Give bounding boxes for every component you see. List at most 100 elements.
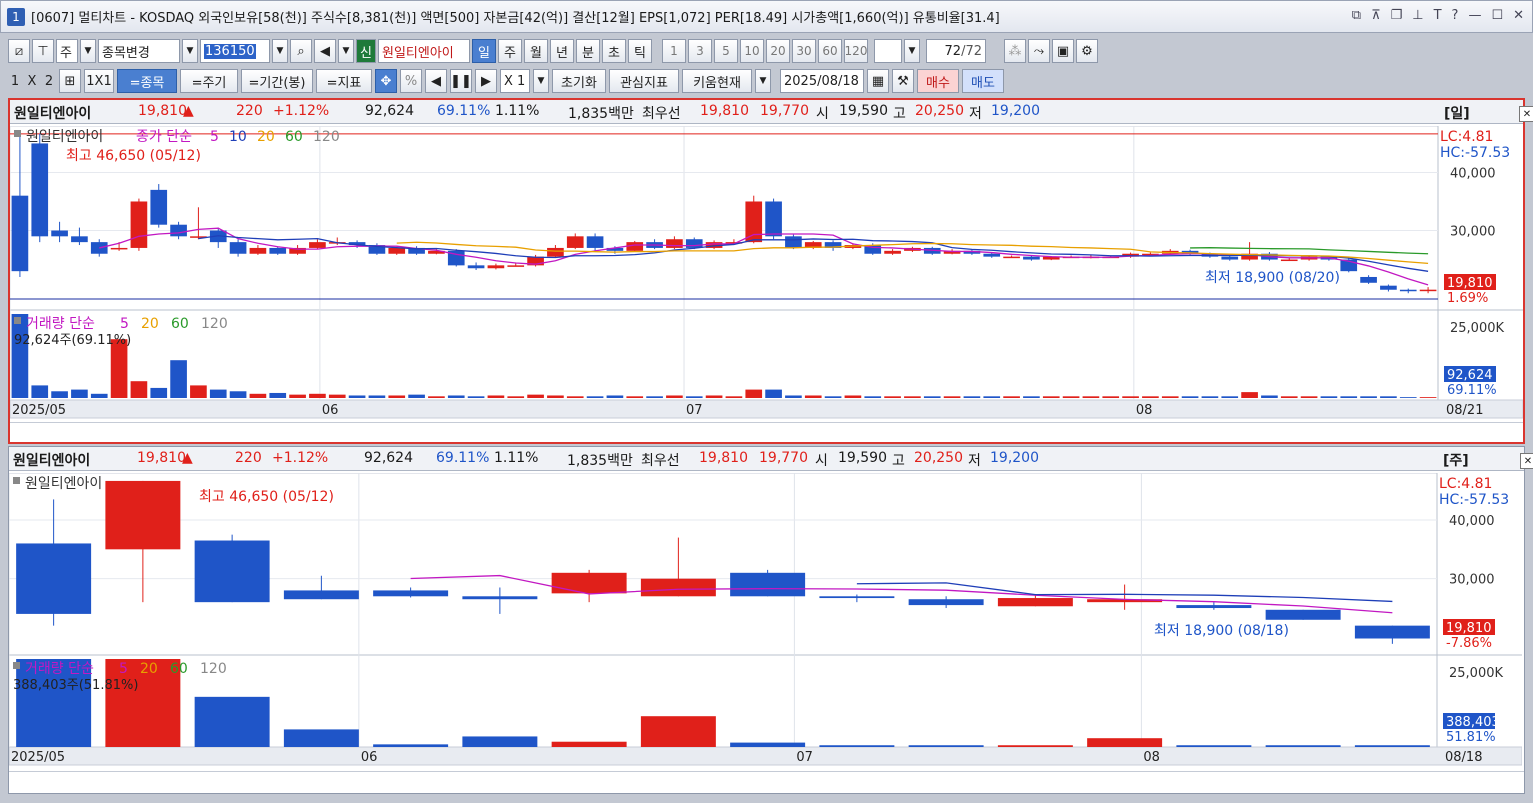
- buy-button[interactable]: 매수: [917, 69, 959, 93]
- pattern-icon[interactable]: ⁂: [1004, 39, 1026, 63]
- period-week-tab[interactable]: 주: [498, 39, 522, 63]
- layout-x[interactable]: X: [25, 74, 39, 89]
- kiwoom-current-button[interactable]: 키움현재: [682, 69, 752, 93]
- interval-1-button[interactable]: 1: [662, 39, 686, 63]
- period-year-tab[interactable]: 년: [550, 39, 574, 63]
- multiplier-select[interactable]: X 1: [500, 69, 530, 93]
- period-tick-tab[interactable]: 틱: [628, 39, 652, 63]
- interval-120-button[interactable]: 120: [844, 39, 868, 63]
- amount: 1,835백만: [567, 453, 633, 469]
- interval-60-button[interactable]: 60: [818, 39, 842, 63]
- price-tick-label: 30,000: [1449, 573, 1495, 588]
- window-index[interactable]: 1: [7, 7, 25, 26]
- period-minute-tab[interactable]: 분: [576, 39, 600, 63]
- pin-icon[interactable]: ⊤: [32, 39, 54, 63]
- interval-dropdown-icon[interactable]: ▼: [904, 39, 920, 63]
- interval-20-button[interactable]: 20: [766, 39, 790, 63]
- panel-close-icon[interactable]: ✕: [1520, 453, 1533, 469]
- maximize-icon[interactable]: ☐: [1491, 8, 1503, 23]
- tool-icon[interactable]: ⚒: [892, 69, 914, 93]
- tab-stock[interactable]: =종목: [117, 69, 177, 93]
- change-stock-dropdown-icon[interactable]: ▼: [182, 39, 198, 63]
- interest-indicator-button[interactable]: 관심지표: [609, 69, 679, 93]
- stock-name-field[interactable]: 원일티엔아이: [378, 39, 470, 63]
- minimize-icon[interactable]: —: [1468, 8, 1481, 23]
- volume-ma-5: 5: [120, 316, 129, 332]
- restore-icon[interactable]: ❐: [1391, 8, 1403, 23]
- interval-5-button[interactable]: 5: [714, 39, 738, 63]
- ask-price: 19,810: [700, 103, 749, 119]
- change-stock-select[interactable]: 종목변경: [98, 39, 180, 63]
- sell-button[interactable]: 매도: [962, 69, 1004, 93]
- low-label: 저: [969, 106, 982, 122]
- volume-bar: [467, 396, 485, 398]
- save-icon[interactable]: ▣: [1052, 39, 1074, 63]
- volume-bar: [1181, 396, 1199, 398]
- stock-code-input[interactable]: 136150: [204, 43, 256, 59]
- calendar-icon[interactable]: ▦: [867, 69, 889, 93]
- tab-indicator[interactable]: =지표: [316, 69, 372, 93]
- candle-body: [462, 596, 538, 600]
- date-tick-label: 06: [361, 750, 378, 765]
- multiplier-dropdown-icon[interactable]: ▼: [533, 69, 549, 93]
- volume-bar: [150, 387, 168, 398]
- search-icon[interactable]: ⌕: [290, 39, 312, 63]
- weekly-chart[interactable]: 2025/05 06 07 08 08/18 40,000 30,000 원일티엔아이최고 4…: [9, 473, 1522, 773]
- reset-button[interactable]: 초기화: [552, 69, 606, 93]
- market-select[interactable]: 주: [56, 39, 78, 63]
- close-icon[interactable]: ✕: [1513, 8, 1524, 23]
- candle-body: [730, 572, 806, 597]
- code-dropdown-icon[interactable]: ▼: [272, 39, 288, 63]
- count-input[interactable]: 72: [945, 44, 962, 59]
- layout-2[interactable]: 2: [42, 74, 56, 89]
- volume-axis-label: 25,000K: [1449, 666, 1503, 681]
- grid-icon[interactable]: ⊞: [59, 69, 81, 93]
- candle-body: [71, 236, 88, 243]
- help-icon[interactable]: ?: [1452, 8, 1459, 23]
- kiwoom-dropdown-icon[interactable]: ▼: [755, 69, 771, 93]
- volume-ma-20: 20: [140, 661, 158, 677]
- hc-label: HC:-57.53: [1440, 145, 1510, 161]
- candle-body: [467, 265, 485, 269]
- interval-10-button[interactable]: 10: [740, 39, 764, 63]
- next-icon[interactable]: ▶: [475, 69, 497, 93]
- crosshair-icon[interactable]: ✥: [375, 69, 397, 93]
- trend-icon[interactable]: ⤳: [1028, 39, 1050, 63]
- volume-bar: [923, 396, 941, 398]
- volume-bar: [785, 395, 802, 398]
- legend-stock-name: 원일티엔아이: [26, 129, 103, 145]
- date-input[interactable]: 2025/08/18: [780, 69, 864, 93]
- market-dropdown-icon[interactable]: ▼: [80, 39, 96, 63]
- topmost-icon[interactable]: ⊥: [1412, 8, 1423, 23]
- link-group-icon[interactable]: ⧄: [8, 39, 30, 63]
- ask-price: 19,810: [699, 450, 748, 466]
- period-day-tab[interactable]: 일: [472, 39, 496, 63]
- interval-custom-input[interactable]: [874, 39, 902, 63]
- period-second-tab[interactable]: 초: [602, 39, 626, 63]
- font-icon[interactable]: T: [1434, 8, 1442, 23]
- weekly-scrollbar[interactable]: [9, 771, 1524, 789]
- period-month-tab[interactable]: 월: [524, 39, 548, 63]
- link-icon[interactable]: ⧉: [1352, 8, 1361, 23]
- speaker-dropdown-icon[interactable]: ▼: [338, 39, 354, 63]
- interval-3-button[interactable]: 3: [688, 39, 712, 63]
- tab-range[interactable]: =기간(봉): [241, 69, 313, 93]
- pin-icon[interactable]: ⊼: [1371, 8, 1381, 23]
- new-badge[interactable]: 신: [356, 39, 376, 63]
- panel-close-icon[interactable]: ✕: [1519, 106, 1533, 122]
- volume-bar: [1082, 396, 1100, 398]
- layout-1[interactable]: 1: [8, 74, 22, 89]
- interval-30-button[interactable]: 30: [792, 39, 816, 63]
- volume-bar: [640, 716, 716, 747]
- tab-cycle[interactable]: =주기: [180, 69, 238, 93]
- pause-icon[interactable]: ❚❚: [450, 69, 472, 93]
- speaker-icon[interactable]: ◀: [314, 39, 336, 63]
- daily-chart[interactable]: 2025/05 06 07 08 08/21 40,000 30,000 원일티엔아이 종가 단…: [10, 126, 1523, 426]
- daily-scrollbar[interactable]: [10, 422, 1523, 440]
- legend-stock-name: 원일티엔아이: [25, 476, 102, 492]
- gear-icon[interactable]: ⚙: [1076, 39, 1098, 63]
- prev-icon[interactable]: ◀: [425, 69, 447, 93]
- hc-label: HC:-57.53: [1439, 492, 1509, 508]
- percent-button[interactable]: %: [400, 69, 422, 93]
- one-by-one-button[interactable]: 1X1: [84, 69, 114, 93]
